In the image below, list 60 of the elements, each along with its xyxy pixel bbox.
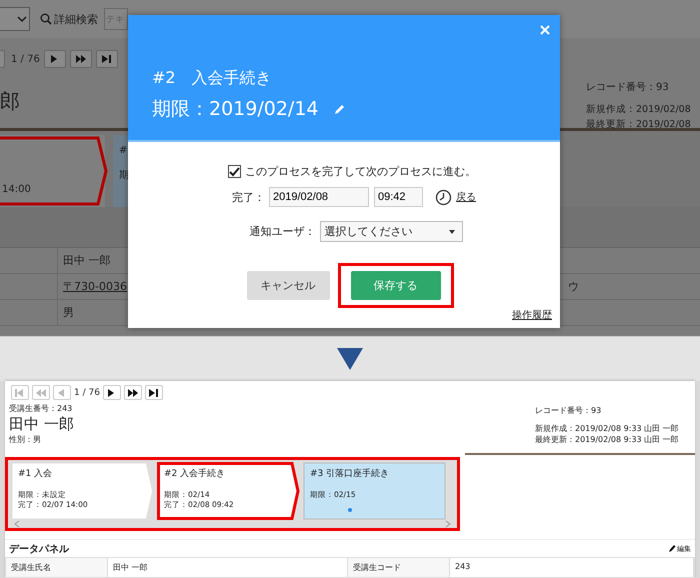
process-title: #2 入会手続き	[164, 468, 226, 480]
time-field[interactable]: 09:42	[374, 187, 423, 207]
record-name: 郎	[0, 88, 20, 115]
timestamp: 新規作成：2019/02/08 9:33 山田 一郎	[535, 423, 680, 434]
scroll-right-icon	[445, 520, 451, 528]
checkbox[interactable]	[228, 165, 241, 178]
back-link[interactable]: 戻る	[456, 190, 476, 204]
process-title: #3 引落口座手続き	[310, 468, 390, 480]
user-dropdown[interactable]: 選択してください	[320, 221, 462, 242]
process-card[interactable]: 14:00	[0, 135, 105, 207]
field-label: 完了：	[232, 190, 265, 204]
page-position: 1 / 76	[74, 388, 100, 398]
clock-icon	[435, 188, 452, 206]
cell-value: 田中 一郎	[63, 253, 110, 268]
timestamp: 最終更新：2019/02/08	[586, 118, 692, 132]
last-page-icon	[148, 388, 160, 398]
table-cell: 243	[450, 558, 694, 577]
status-dot	[348, 508, 352, 512]
close-button[interactable]	[538, 23, 552, 37]
cell-value: ウ	[568, 279, 579, 294]
checkbox-label: このプロセスを完了して次のプロセスに進む。	[245, 164, 476, 179]
dropdown-arrow-icon	[448, 228, 456, 234]
table-cell: 受講生氏名	[6, 558, 108, 577]
search-icon	[40, 13, 52, 25]
edit-button[interactable]	[332, 102, 345, 116]
cancel-button[interactable]: キャンセル	[246, 271, 330, 300]
first-page-icon	[14, 388, 26, 398]
process-text: 期	[119, 168, 130, 182]
dialog-title: #2 入会手続き	[152, 68, 273, 88]
page-position: 1 / 76	[11, 54, 40, 64]
pencil-icon	[668, 544, 676, 553]
address-link[interactable]: 〒730-0036	[63, 279, 127, 294]
student-name: 田中 一郎	[9, 414, 74, 434]
pencil-icon	[332, 102, 345, 116]
student-number: 受講生番号：243	[9, 403, 74, 414]
search-label[interactable]: 詳細検索	[54, 12, 98, 26]
close-icon	[540, 25, 550, 35]
scroll-left-icon	[14, 520, 20, 528]
fast-forward-icon	[74, 54, 87, 64]
down-arrow-icon	[337, 348, 363, 370]
last-page-icon	[100, 54, 113, 64]
cell-value: 男	[63, 305, 74, 320]
deadline-text: 期限：2019/02/14	[152, 97, 319, 122]
process-text: #	[119, 145, 128, 156]
timestamp: 最終更新：2019/02/08 9:33 山田 一郎	[535, 434, 680, 445]
process-text: 14:00	[2, 184, 32, 195]
record-number: レコード番号：93	[586, 80, 670, 94]
gender-text: 性別：男	[9, 434, 42, 445]
record-number: レコード番号：93	[535, 405, 602, 416]
fast-forward-icon	[126, 388, 139, 398]
chevron-icon	[17, 15, 27, 23]
timestamp: 新規作成：2019/02/08	[586, 103, 692, 117]
rewind-icon	[35, 388, 47, 398]
dropdown[interactable]	[0, 7, 30, 31]
panel-title: データパネル	[9, 542, 69, 556]
date-field[interactable]: 2019/02/08	[269, 187, 369, 207]
field-label: 通知ユーザ：	[250, 224, 316, 239]
history-link[interactable]: 操作履歴	[512, 308, 552, 322]
process-title: #1 入会	[18, 468, 54, 480]
table-cell: 受講生コード	[348, 558, 450, 577]
